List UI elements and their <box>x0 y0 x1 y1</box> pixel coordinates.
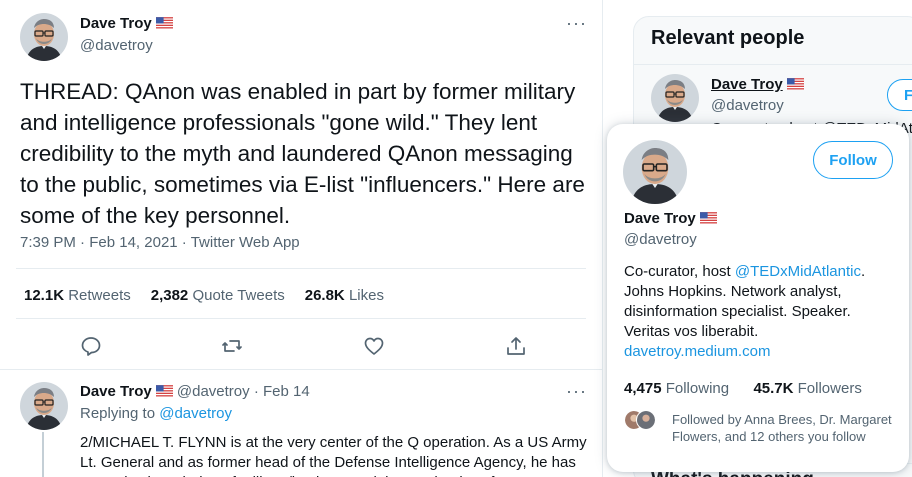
thread-line <box>42 432 44 477</box>
divider <box>16 318 586 319</box>
person-name-row: Dave Troy <box>711 76 804 93</box>
divider <box>634 64 912 65</box>
tweet-source[interactable]: Twitter Web App <box>191 234 300 251</box>
hovercard-avatar[interactable] <box>623 140 687 204</box>
panel-title: Relevant people <box>651 27 805 49</box>
follower-avatar <box>636 410 656 430</box>
hovercard-name-row: Dave Troy <box>624 210 717 227</box>
author-avatar[interactable] <box>20 13 68 61</box>
replying-to-handle[interactable]: @davetroy <box>159 405 232 422</box>
reply-avatar[interactable] <box>20 382 68 430</box>
reply-author-handle[interactable]: @davetroy <box>177 383 250 400</box>
author-handle[interactable]: @davetroy <box>80 37 153 54</box>
hovercard-name[interactable]: Dave Troy <box>624 210 696 227</box>
reply-text: 2/MICHAEL T. FLYNN is at the very center… <box>80 434 587 477</box>
hovercard-bio: Co-curator, host @TEDxMidAtlantic. Johns… <box>624 263 866 340</box>
more-icon[interactable]: ··· <box>566 382 587 400</box>
tweet-text: THREAD: QAnon was enabled in part by for… <box>20 79 585 228</box>
bio-mention-link[interactable]: @TEDxMidAtlantic <box>735 263 861 280</box>
website-link[interactable]: davetroy.medium.com <box>624 343 770 360</box>
reply-date[interactable]: Feb 14 <box>263 383 310 400</box>
share-icon[interactable] <box>504 334 528 358</box>
main-column: Dave Troy @davetroy ··· THREAD: QAnon wa… <box>0 0 603 477</box>
hovercard-handle[interactable]: @davetroy <box>624 231 697 248</box>
flag-us-icon <box>156 385 173 397</box>
flag-us-icon <box>156 17 173 29</box>
follow-stats: 4,475 Following 45.7K Followers <box>624 380 862 397</box>
retweet-icon[interactable] <box>220 334 244 358</box>
reply-header: Dave Troy @davetroy · Feb 14 <box>80 383 310 400</box>
followed-by-avatars <box>624 410 668 430</box>
tweet-author: Dave Troy <box>80 15 173 33</box>
flag-us-icon <box>787 78 804 90</box>
tweet-time[interactable]: 7:39 PM <box>20 234 76 251</box>
following-stat[interactable]: 4,475 Following <box>624 380 729 397</box>
divider <box>0 369 602 370</box>
tweet-date[interactable]: Feb 14, 2021 <box>89 234 177 251</box>
divider <box>16 268 586 269</box>
reply-icon[interactable] <box>79 334 103 358</box>
followed-by-text[interactable]: Followed by Anna Brees, Dr. Margaret Flo… <box>672 411 897 445</box>
profile-hovercard: Follow Dave Troy @davetroy Co-curator, h… <box>607 124 909 472</box>
person-avatar[interactable] <box>651 74 699 122</box>
more-icon[interactable]: ··· <box>566 14 587 32</box>
replying-to: Replying to @davetroy <box>80 405 232 422</box>
like-icon[interactable] <box>362 334 386 358</box>
follow-button[interactable]: Follow <box>813 141 893 179</box>
tweet-meta: 7:39 PM · Feb 14, 2021 · Twitter Web App <box>20 234 300 251</box>
person-name[interactable]: Dave Troy <box>711 76 783 93</box>
tweet-stats: 12.1K Retweets 2,382 Quote Tweets 26.8K … <box>24 287 384 304</box>
person-handle[interactable]: @davetroy <box>711 97 784 114</box>
followers-stat[interactable]: 45.7K Followers <box>753 380 861 397</box>
flag-us-icon <box>700 212 717 224</box>
retweets-stat[interactable]: 12.1K Retweets <box>24 287 131 304</box>
quotes-stat[interactable]: 2,382 Quote Tweets <box>151 287 285 304</box>
likes-stat[interactable]: 26.8K Likes <box>305 287 384 304</box>
author-name[interactable]: Dave Troy <box>80 15 152 32</box>
follow-button[interactable]: F <box>887 79 912 111</box>
reply-author-name[interactable]: Dave Troy <box>80 383 152 400</box>
